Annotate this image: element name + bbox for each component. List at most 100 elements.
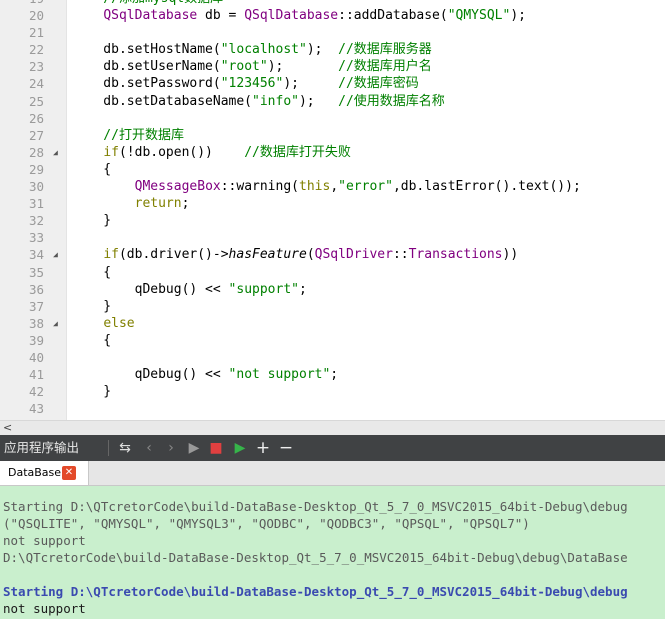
code-token: "123456" <box>220 76 284 92</box>
line-number: 25 <box>28 93 44 109</box>
code-token: return <box>134 196 182 212</box>
code-text: } <box>72 298 111 315</box>
code-token: this <box>299 179 331 195</box>
code-line: 37 } <box>0 298 665 315</box>
code-token: "QMYSQL" <box>447 8 511 24</box>
code-line: 33 <box>0 229 665 246</box>
code-token: QSqlDatabase <box>103 8 198 24</box>
code-token: "localhost" <box>220 42 307 58</box>
code-token: { <box>72 161 112 177</box>
line-number: 32 <box>28 213 44 229</box>
debug-run-icon[interactable]: ▶ <box>230 435 250 461</box>
output-line: ("QSQLITE", "QMYSQL", "QMYSQL3", "QODBC"… <box>3 516 530 531</box>
fold-marker-icon[interactable]: ◢ <box>53 246 61 263</box>
code-token: ; <box>299 281 307 297</box>
code-token: ::addDatabase( <box>338 8 448 24</box>
line-number: 30 <box>28 179 44 195</box>
zoom-out-icon[interactable]: − <box>276 435 296 461</box>
run-icon[interactable]: ▶ <box>184 435 204 461</box>
line-number: 33 <box>28 230 44 246</box>
code-text: db.setUserName("root"); //数据库用户名 <box>72 58 432 75</box>
code-token: //使用数据库名称 <box>338 93 445 109</box>
code-token: db.setHostName( <box>72 42 221 58</box>
line-number: 22 <box>28 42 44 58</box>
line-number: 35 <box>28 264 44 280</box>
code-token: ); <box>510 8 526 24</box>
fold-marker-icon[interactable]: ◢ <box>53 144 61 161</box>
code-token: } <box>72 384 112 400</box>
line-number: 39 <box>28 332 44 348</box>
code-line: 36 qDebug() << "support"; <box>0 281 665 298</box>
code-text: { <box>72 264 111 281</box>
code-token: "support" <box>228 281 299 297</box>
code-token: ; <box>330 367 339 383</box>
line-number: 19 <box>0 0 44 7</box>
code-token: //数据库用户名 <box>338 59 432 75</box>
filter-icon[interactable]: ⇆ <box>115 435 135 461</box>
code-text: } <box>72 212 111 229</box>
panel-title: 应用程序输出 <box>4 440 80 455</box>
code-text: QMessageBox::warning(this,"error",db.las… <box>72 178 581 195</box>
next-icon[interactable]: › <box>161 435 181 461</box>
code-text: } <box>72 383 111 400</box>
horizontal-scrollbar[interactable]: < <box>0 420 665 435</box>
code-line: 24 db.setPassword("123456"); //数据库密码 <box>0 75 665 92</box>
code-line: 39 { <box>0 332 665 349</box>
code-token: { <box>72 264 112 280</box>
code-line: 40 <box>0 349 665 366</box>
code-text: db.setHostName("localhost"); //数据库服务器 <box>72 41 431 58</box>
code-line: 31 return; <box>0 195 665 212</box>
code-text: if(db.driver()->hasFeature(QSqlDriver::T… <box>72 246 518 263</box>
code-line: 29 { <box>0 161 665 178</box>
code-token: ); <box>267 59 339 75</box>
code-token: db = <box>197 8 245 24</box>
code-line: 35 { <box>0 264 665 281</box>
code-lines: 19 //添加mysql数据库20 QSqlDatabase db = QSql… <box>0 0 665 417</box>
code-line: 20 QSqlDatabase db = QSqlDatabase::addDa… <box>0 7 665 24</box>
code-text: if(!db.open()) //数据库打开失败 <box>72 144 351 161</box>
fold-marker-icon[interactable]: ◢ <box>53 315 61 332</box>
prev-icon[interactable]: ‹ <box>139 435 159 461</box>
code-token: ,db.lastError().text()); <box>392 179 581 195</box>
code-line: 28 ◢ if(!db.open()) //数据库打开失败 <box>0 144 665 161</box>
zoom-in-icon[interactable]: + <box>253 435 273 461</box>
code-text: db.setPassword("123456"); //数据库密码 <box>72 75 419 92</box>
code-line: 26 <box>0 110 665 127</box>
code-line: 25 db.setDatabaseName("info"); //使用数据库名称 <box>0 93 665 110</box>
stop-icon[interactable]: ■ <box>206 435 226 461</box>
code-token: if <box>103 247 119 263</box>
close-icon[interactable]: ✕ <box>62 466 76 480</box>
output-line: not support <box>3 533 86 548</box>
code-line: 38 ◢ else <box>0 315 665 332</box>
tab-database[interactable]: DataBase ✕ <box>0 461 89 485</box>
code-line: 30 QMessageBox::warning(this,"error",db.… <box>0 178 665 195</box>
code-token: ; <box>181 196 190 212</box>
code-line: 23 db.setUserName("root"); //数据库用户名 <box>0 58 665 75</box>
code-token: (!db.open()) <box>118 144 245 160</box>
application-output: Starting D:\QTcretorCode\build-DataBase-… <box>0 486 665 619</box>
code-token: db.setUserName( <box>72 59 221 75</box>
line-number: 40 <box>28 349 44 365</box>
code-token: //数据库打开失败 <box>244 144 351 160</box>
code-line: 34 ◢ if(db.driver()->hasFeature(QSqlDrive… <box>0 246 665 263</box>
scroll-left-icon[interactable]: < <box>3 421 12 435</box>
code-token: QSqlDatabase <box>244 8 339 24</box>
tab-label: DataBase <box>8 466 62 479</box>
line-number: 34 <box>28 247 44 263</box>
output-panel-toolbar: 应用程序输出 ⇆ ‹ › ▶ ■ ▶ + − <box>0 435 665 461</box>
output-tab-bar: DataBase ✕ <box>0 461 665 486</box>
code-text: db.setDatabaseName("info"); //使用数据库名称 <box>72 93 445 110</box>
code-line: 32 } <box>0 212 665 229</box>
code-token: { <box>72 332 112 348</box>
output-line: Starting D:\QTcretorCode\build-DataBase-… <box>3 499 628 514</box>
code-token: //添加mysql数据库 <box>72 0 223 6</box>
code-editor[interactable]: 19 //添加mysql数据库20 QSqlDatabase db = QSql… <box>0 0 665 420</box>
code-token: "info" <box>252 93 299 109</box>
code-token: ); <box>298 93 339 109</box>
code-token: if <box>103 144 119 160</box>
